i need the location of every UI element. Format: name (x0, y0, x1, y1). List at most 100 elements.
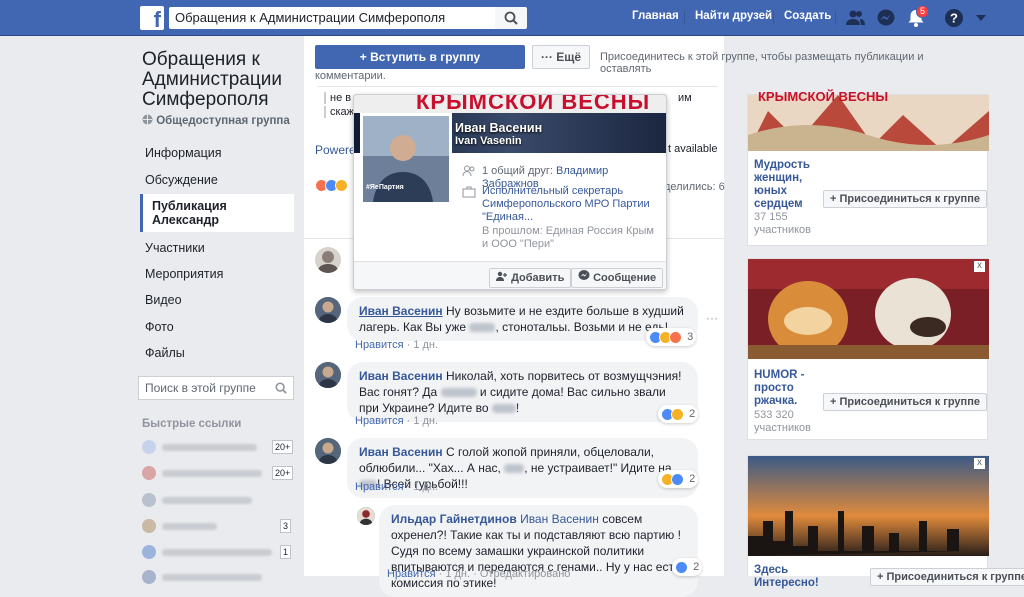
chevron-down-icon[interactable] (974, 12, 988, 24)
mutual-friends-icon (462, 165, 475, 177)
quick-link-item[interactable]: 20+ (142, 466, 294, 480)
like-comment-link[interactable]: Нравится (355, 339, 404, 351)
suggested-group-title[interactable]: Здесь Интересно! (754, 564, 854, 590)
like-comment-link[interactable]: Нравится (387, 568, 436, 580)
add-friend-button[interactable]: Добавить (489, 268, 572, 288)
join-note: Присоединитесь к этой группе, чтобы разм… (600, 51, 924, 75)
blurred-text (162, 574, 262, 581)
comment-time[interactable]: 1 дн. (413, 481, 438, 493)
blurred-text (162, 444, 257, 451)
job-info: Исполнительный секретарь Симферопольског… (482, 185, 662, 224)
ad-banner-text: КРЫМСКОЙ ВЕСНЫ (758, 89, 889, 104)
join-suggested-group-button[interactable]: + Присоединиться к группе (870, 568, 1024, 586)
post-reactions[interactable] (315, 178, 348, 193)
reaction-count: 2 (689, 408, 696, 420)
messenger-icon[interactable] (876, 8, 896, 28)
comment-time[interactable]: 1 дн. (413, 339, 438, 351)
commenter-avatar[interactable] (315, 247, 341, 273)
blurred-text (162, 523, 217, 530)
post-text-fragment: им (678, 92, 692, 104)
menu-item-discussion[interactable]: Обсуждение (145, 173, 218, 187)
menu-item-videos[interactable]: Видео (145, 293, 182, 307)
powered-link[interactable]: Powere (315, 143, 356, 157)
blurred-text (491, 404, 516, 414)
commenter-avatar[interactable] (315, 438, 341, 464)
blurred-text (162, 497, 252, 504)
nav-home-link[interactable]: Главная (632, 10, 679, 22)
search-icon (275, 382, 287, 394)
quick-link-item[interactable] (142, 570, 292, 584)
mutual-prefix: 1 общий друг: (482, 165, 553, 177)
group-avatar (142, 493, 156, 507)
commenter-avatar[interactable] (357, 507, 375, 525)
menu-item-events[interactable]: Мероприятия (145, 267, 223, 281)
join-suggested-group-button[interactable]: + Присоединиться к группе (823, 190, 987, 208)
help-icon[interactable]: ? (944, 8, 964, 28)
comment-reactions[interactable]: 3 (646, 328, 697, 346)
comment-author-link[interactable]: Иван Васенин (359, 369, 443, 383)
close-icon[interactable]: x (974, 458, 985, 469)
comment-author-link[interactable]: Ильдар Гайнетдинов (391, 512, 517, 526)
hovercard-name[interactable]: Иван Васенин (455, 121, 542, 135)
join-group-button[interactable]: + Вступить в группу (315, 45, 525, 69)
blurred-text (162, 470, 262, 477)
menu-item-files[interactable]: Файлы (145, 346, 185, 360)
commenter-avatar[interactable] (315, 362, 341, 388)
blurred-text (162, 549, 272, 556)
nav-divider (773, 11, 774, 25)
search-input[interactable]: Обращения к Администрации Симферополя (169, 7, 495, 29)
search-button[interactable] (495, 7, 527, 29)
job-link[interactable]: Исполнительный секретарь Симферопольског… (482, 185, 650, 223)
profile-hovercard: КРЫМСКОЙ ВЕСНЫ Иван Васенин Ivan Vasenin… (353, 94, 667, 290)
menu-item-members[interactable]: Участники (145, 241, 205, 255)
menu-item-info[interactable]: Информация (145, 146, 222, 160)
globe-icon (142, 114, 153, 125)
group-avatar (142, 545, 156, 559)
comment-reactions[interactable]: 2 (658, 405, 699, 423)
edited-label: Отредактировано (479, 568, 571, 580)
friends-icon[interactable] (845, 8, 865, 28)
commenter-avatar[interactable] (315, 297, 341, 323)
join-suggested-group-button[interactable]: + Присоединиться к группе (823, 393, 987, 411)
group-title[interactable]: Обращения к Администрации Симферополя (142, 50, 302, 110)
suggested-group-title[interactable]: Мудрость женщин, юных сердцем (754, 159, 824, 211)
menu-item-photos[interactable]: Фото (145, 320, 174, 334)
group-type-label: Общедоступная группа (156, 115, 290, 127)
nav-find-friends-link[interactable]: Найти друзей (695, 10, 772, 22)
comment-reactions[interactable]: 2 (672, 558, 703, 576)
nav-create-link[interactable]: Создать (784, 10, 831, 22)
comment-reactions[interactable]: 2 (658, 470, 699, 488)
comment-time[interactable]: 1 дн. (445, 568, 470, 580)
quick-link-item[interactable]: 3 (142, 519, 292, 533)
add-friend-label: Добавить (511, 272, 565, 284)
comment-author-link[interactable]: Иван Васенин (359, 445, 443, 459)
more-button[interactable]: ··· Ещё (532, 45, 590, 69)
quick-link-item[interactable] (142, 493, 292, 507)
close-icon[interactable]: x (974, 261, 985, 272)
like-comment-link[interactable]: Нравится (355, 481, 404, 493)
menu-item-post-alexander[interactable]: Публикация Александр (152, 199, 287, 227)
suggested-group-card: x HUMOR - просто ржачка. 533 320 участни… (747, 258, 989, 440)
facebook-logo-icon[interactable]: f (140, 6, 164, 30)
nav-divider (684, 11, 685, 25)
reply-bubble: Ильдар Гайнетдинов Иван Васенин совсем о… (379, 505, 698, 597)
comment-time[interactable]: 1 дн. (413, 415, 438, 427)
group-cover-image[interactable] (748, 456, 989, 556)
shares-count[interactable]: делились: 6 (664, 181, 725, 193)
quick-link-item[interactable]: 1 (142, 545, 292, 559)
profile-photo[interactable]: #ЯеПартия (360, 113, 452, 205)
comment-author-link[interactable]: Иван Васенин (359, 304, 443, 318)
group-search-input[interactable]: Поиск в этой группе (138, 376, 294, 400)
group-type: Общедоступная группа (142, 114, 290, 127)
suggested-group-title[interactable]: HUMOR - просто ржачка. (754, 369, 824, 408)
person-avatar-icon (315, 297, 341, 323)
message-button[interactable]: Сообщение (571, 268, 664, 288)
count-badge: 3 (280, 519, 292, 533)
like-comment-link[interactable]: Нравится (355, 415, 404, 427)
comment-options-icon[interactable]: ··· (706, 311, 718, 325)
hovercard-footer: Добавить Сообщение (354, 261, 666, 289)
group-cover-image[interactable] (748, 259, 989, 359)
mentioned-user-link[interactable]: Иван Васенин (520, 512, 599, 526)
cover-banner-text: КРЫМСКОЙ ВЕСНЫ (416, 94, 651, 114)
quick-link-item[interactable]: 20+ (142, 440, 294, 454)
